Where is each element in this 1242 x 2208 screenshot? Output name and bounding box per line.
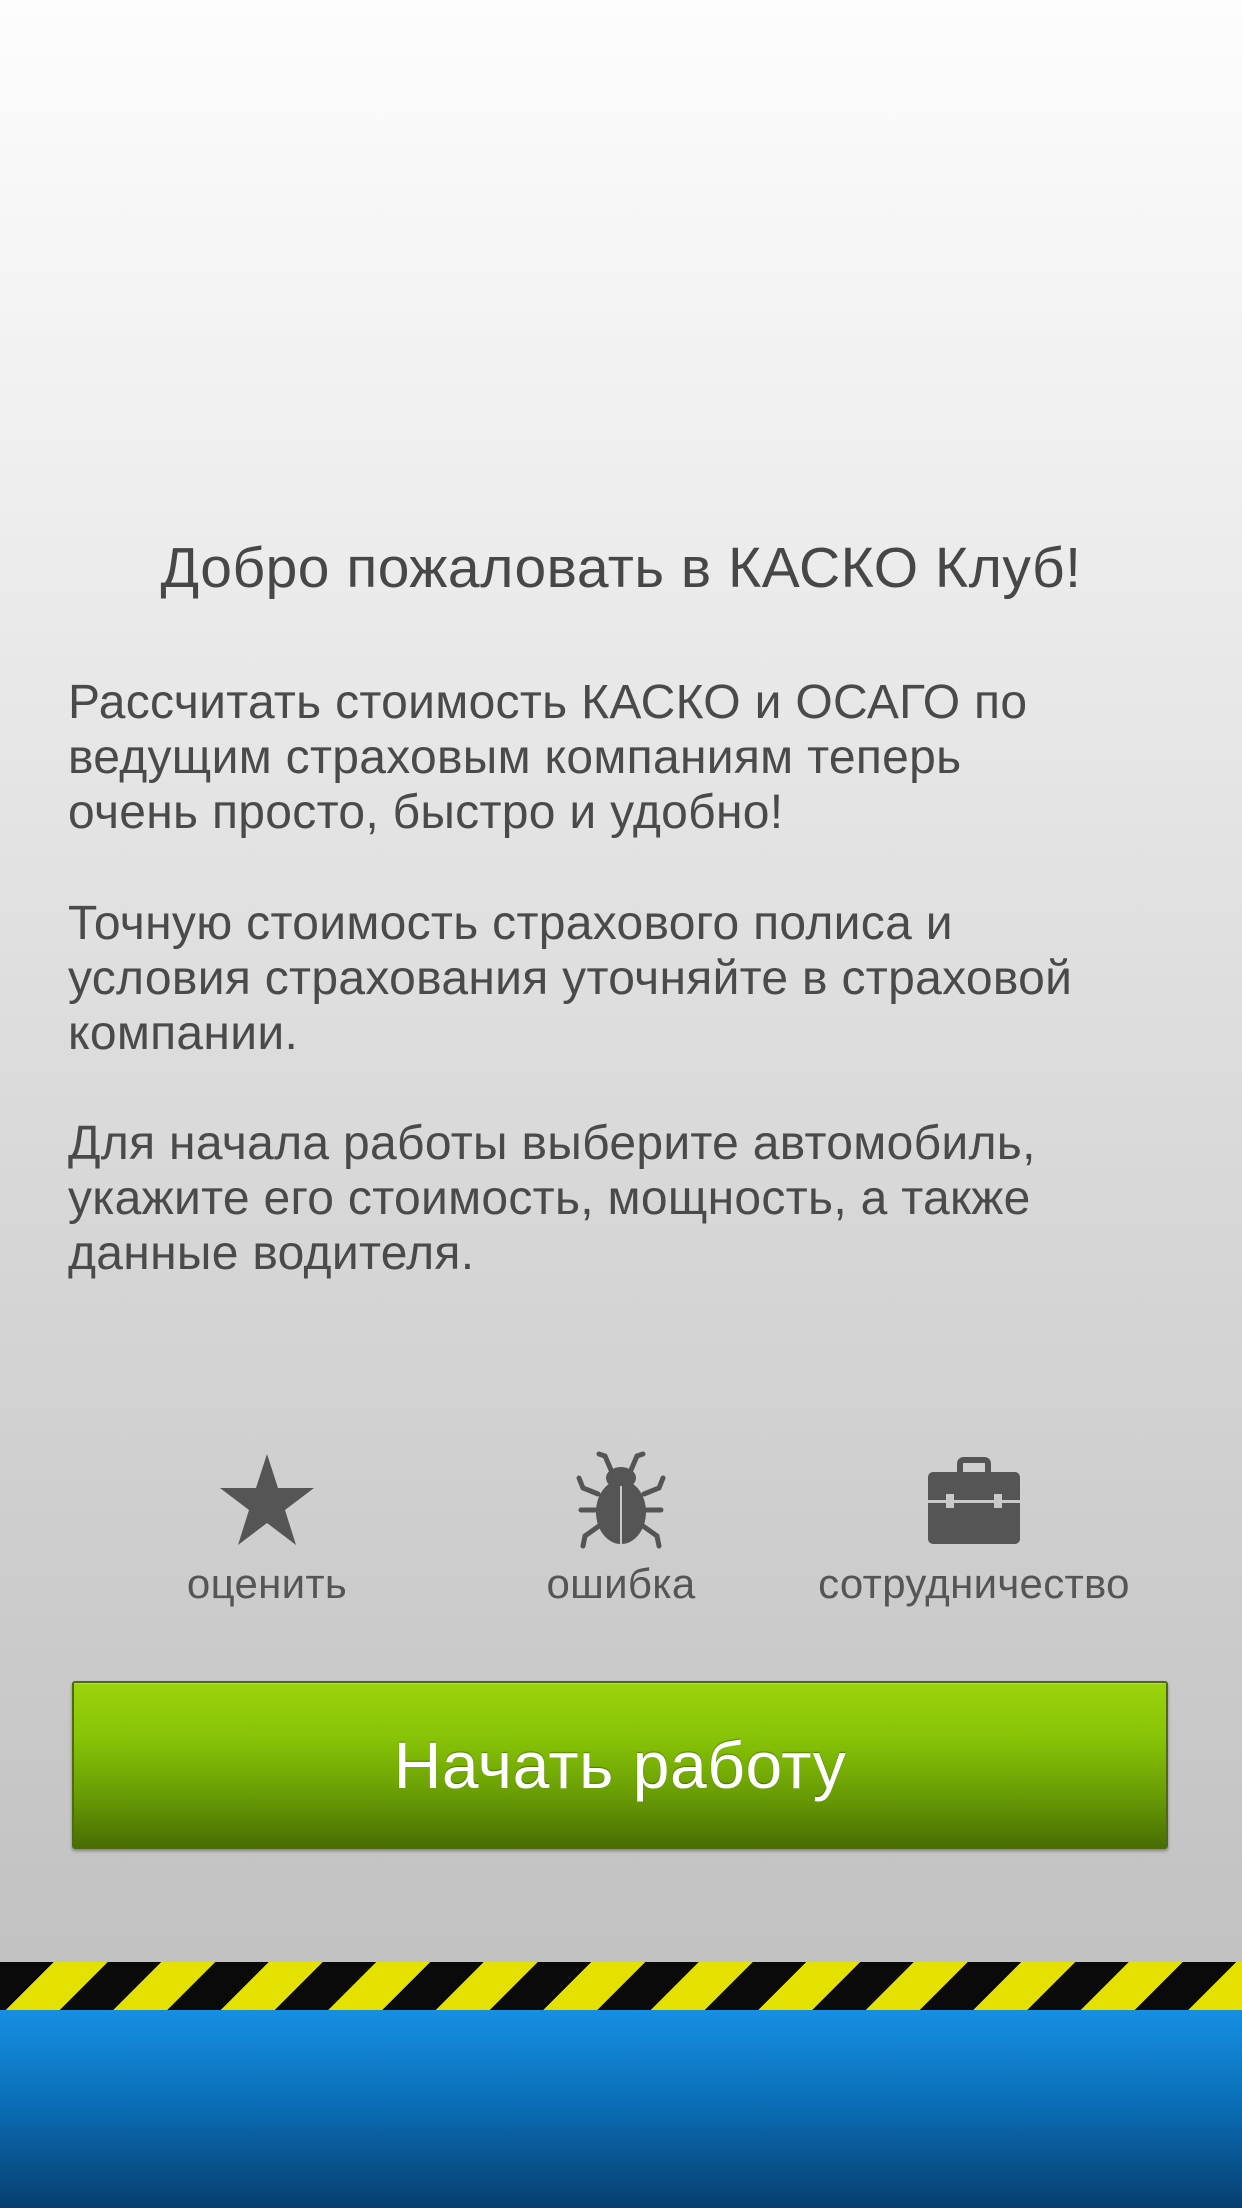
intro-line: укажите его стоимость, мощность, а также: [68, 1172, 1031, 1225]
intro-line: Рассчитать стоимость КАСКО и ОСАГО по: [68, 676, 1028, 729]
rate-app-button[interactable]: оценить: [87, 1450, 447, 1630]
star-icon: [220, 1454, 314, 1545]
report-bug-label: ошибка: [546, 1560, 696, 1607]
intro-line: ведущим страховым компаниям теперь: [68, 731, 962, 784]
page-title: Добро пожаловать в КАСКО Клуб!: [160, 536, 1082, 600]
intro-paragraph-3: Для начала работы выберите автомобиль, у…: [68, 1116, 1188, 1281]
intro-line: Для начала работы выберите автомобиль,: [68, 1117, 1036, 1170]
intro-paragraph-2: Точную стоимость страхового полиса и усл…: [68, 896, 1188, 1061]
briefcase-icon: [928, 1457, 1020, 1544]
start-button[interactable]: Начать работу: [72, 1681, 1168, 1849]
bottom-bar: [0, 2010, 1242, 2208]
intro-paragraph-1: Рассчитать стоимость КАСКО и ОСАГО по ве…: [68, 675, 1188, 840]
cooperation-button[interactable]: сотрудничество: [794, 1450, 1154, 1630]
intro-line: очень просто, быстро и удобно!: [68, 786, 784, 839]
intro-line: данные водителя.: [68, 1227, 475, 1280]
intro-line: условия страхования уточняйте в страхово…: [68, 952, 1073, 1005]
cooperation-label: сотрудничество: [818, 1560, 1130, 1607]
rate-app-label: оценить: [186, 1560, 348, 1607]
intro-line: компании.: [68, 1007, 299, 1060]
welcome-screen: Добро пожаловать в КАСКО Клуб! Рассчитат…: [0, 0, 1242, 2208]
intro-line: Точную стоимость страхового полиса и: [68, 897, 953, 950]
report-bug-button[interactable]: ошибка: [441, 1450, 801, 1630]
bug-icon: [576, 1451, 666, 1549]
hazard-stripe: [0, 1962, 1242, 2010]
